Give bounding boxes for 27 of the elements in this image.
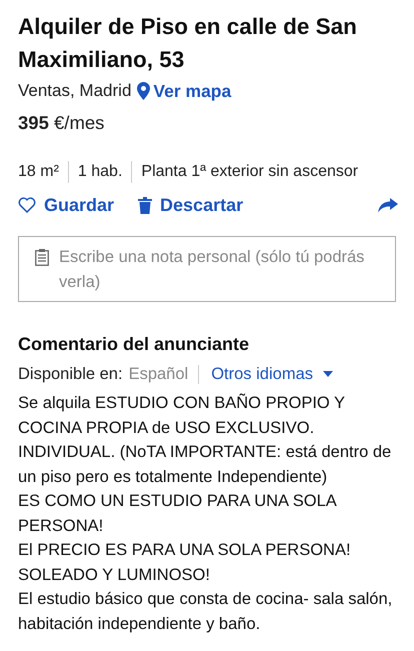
share-icon xyxy=(378,197,398,213)
share-button[interactable] xyxy=(378,197,398,213)
other-languages-dropdown[interactable]: Otros idiomas xyxy=(211,364,333,384)
description-paragraph: Se alquila ESTUDIO CON BAÑO PROPIO Y COCINA PROPIA de USO EXCLUSIVO. xyxy=(18,392,346,438)
caret-icon xyxy=(323,371,333,377)
note-icon xyxy=(35,249,49,266)
map-link[interactable]: Ver mapa xyxy=(137,80,232,102)
trash-icon xyxy=(138,196,152,214)
description-paragraph: ES COMO UN ESTUDIO PARA UNA SOLA PERSONA! xyxy=(18,491,338,536)
note-field[interactable]: Escribe una nota personal (sólo tú podrás verla) xyxy=(18,236,396,302)
discard-button[interactable]: Descartar xyxy=(138,194,244,216)
save-button[interactable]: Guardar xyxy=(18,194,114,216)
heart-icon xyxy=(18,197,36,213)
description-paragraph: INDIVIDUAL. (NoTA IMPORTANTE: está dentro de un piso pero es totalmente Independiente) xyxy=(18,442,392,488)
price-text: 395 €/mes xyxy=(18,111,106,135)
feature-text: 18 m² xyxy=(18,162,60,182)
feature-text: 1 hab. xyxy=(68,161,132,183)
section-heading: Comentario del anunciante xyxy=(18,333,250,356)
feature-text: Planta 1ª exterior sin ascensor xyxy=(131,161,368,183)
listing-title: Alquiler de Piso en calle de San Maximiliano, 53 xyxy=(18,13,358,74)
current-language: Español xyxy=(128,364,200,384)
description-paragraph: El PRECIO ES PARA UNA SOLA PERSONA! xyxy=(18,540,352,561)
available-label: Disponible en: xyxy=(18,364,123,384)
location-text: Ventas, Madrid xyxy=(18,81,132,101)
description-paragraph: SOLEADO Y LUMINOSO! xyxy=(18,564,211,586)
map-pin-icon xyxy=(137,82,150,100)
description-paragraph: El estudio básico que consta de cocina- sala salón, habitación independiente y baño. xyxy=(18,589,394,634)
